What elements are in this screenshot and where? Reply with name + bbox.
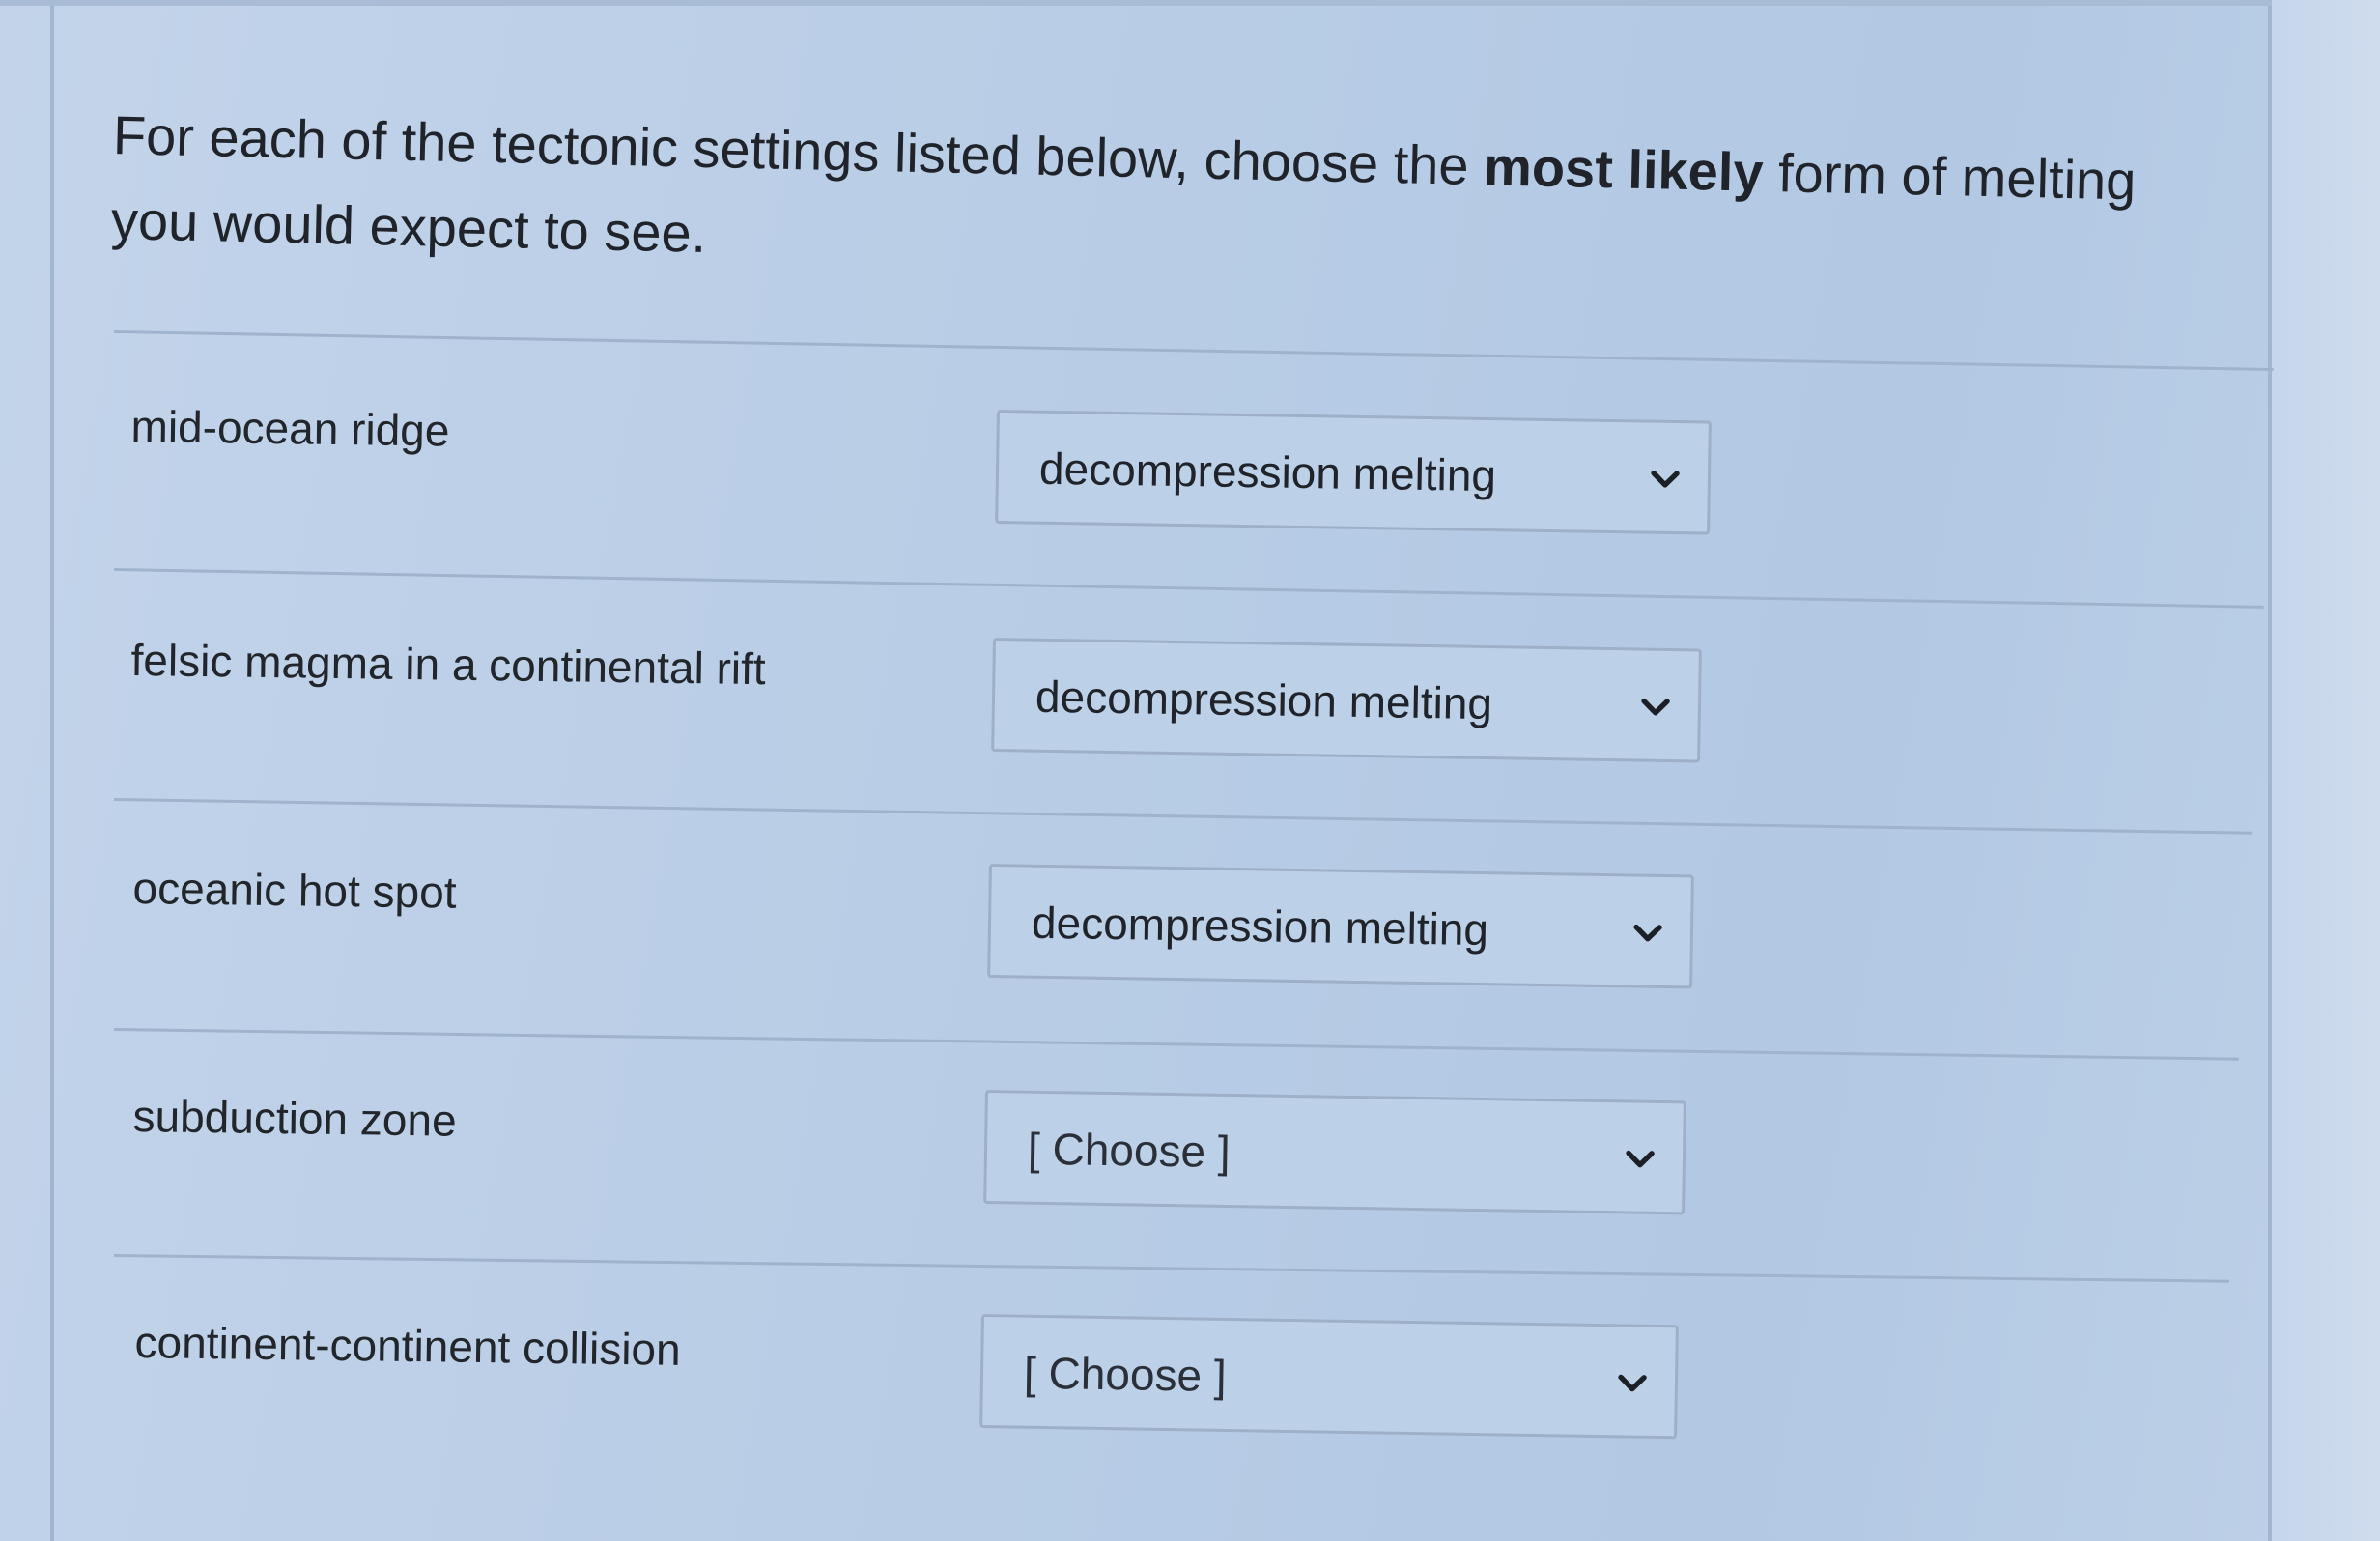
setting-label-continent-collision: continent-continent collision bbox=[134, 1316, 682, 1375]
chevron-down-icon bbox=[1651, 470, 1680, 488]
melting-select-continent-collision[interactable]: [ Choose ] bbox=[979, 1314, 1679, 1440]
select-value: decompression melting bbox=[1034, 671, 1493, 729]
chevron-down-icon bbox=[1626, 1150, 1655, 1168]
setting-label-oceanic-hot-spot: oceanic hot spot bbox=[132, 862, 457, 918]
setting-label-subduction-zone: subduction zone bbox=[132, 1090, 457, 1146]
select-value: [ Choose ] bbox=[1027, 1123, 1232, 1177]
melting-select-subduction-zone[interactable]: [ Choose ] bbox=[983, 1090, 1686, 1215]
chevron-down-icon bbox=[1618, 1374, 1647, 1392]
select-value: decompression melting bbox=[1038, 442, 1497, 501]
melting-select-continental-rift[interactable]: decompression melting bbox=[991, 638, 1702, 763]
right-margin bbox=[2272, 0, 2380, 1541]
select-value: [ Choose ] bbox=[1023, 1347, 1228, 1401]
question-emphasis: most likely bbox=[1483, 135, 1765, 203]
melting-select-mid-ocean-ridge[interactable]: decompression melting bbox=[995, 410, 1712, 535]
select-value: decompression melting bbox=[1031, 897, 1489, 956]
melting-select-oceanic-hot-spot[interactable]: decompression melting bbox=[987, 864, 1694, 989]
setting-label-mid-ocean-ridge: mid-ocean ridge bbox=[130, 400, 450, 456]
chevron-down-icon bbox=[1641, 698, 1670, 716]
chevron-down-icon bbox=[1633, 924, 1662, 942]
setting-label-continental-rift: felsic magma in a continental rift bbox=[130, 634, 767, 695]
